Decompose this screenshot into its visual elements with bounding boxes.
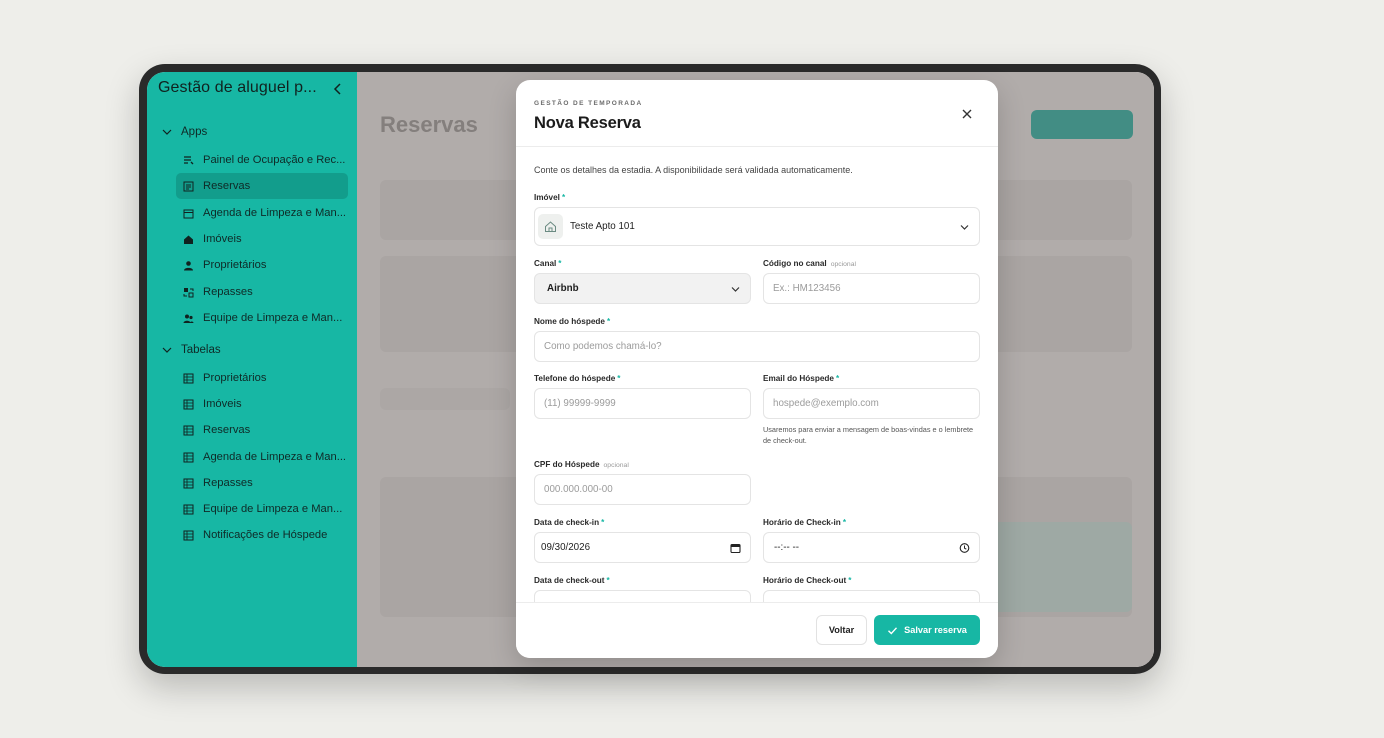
calendar-icon: [183, 209, 194, 218]
sidebar: Gestão de aluguel p... Apps Painel de Oc…: [147, 72, 357, 667]
home-icon: [184, 235, 193, 244]
home-icon: [538, 214, 563, 239]
codigo-label: Código no canal opcional: [763, 259, 857, 268]
sidebar-item-label: Repasses: [203, 286, 253, 298]
table-icon: [183, 399, 194, 409]
sidebar-table-repasses[interactable]: Repasses: [176, 470, 348, 496]
sidebar-item-label: Equipe de Limpeza e Man...: [203, 503, 343, 515]
team-icon: [183, 314, 194, 323]
dashboard-icon: [184, 155, 194, 164]
checkout-date-label: Data de check-out *: [534, 576, 610, 585]
sidebar-item-label: Proprietários: [203, 372, 267, 384]
sidebar-item-equipe[interactable]: Equipe de Limpeza e Man...: [176, 305, 348, 331]
table-icon: [183, 478, 194, 488]
sidebar-table-equipe[interactable]: Equipe de Limpeza e Man...: [176, 496, 348, 522]
canal-select[interactable]: Airbnb: [534, 273, 751, 304]
transfer-icon: [183, 287, 194, 297]
sidebar-table-imoveis[interactable]: Imóveis: [176, 391, 348, 417]
sidebar-item-label: Imóveis: [203, 398, 242, 410]
checkin-date-input[interactable]: 09/30/2026: [534, 532, 751, 563]
table-icon: [183, 452, 194, 462]
imovel-select[interactable]: Teste Apto 101: [534, 207, 980, 246]
telefone-input[interactable]: (11) 99999-9999: [534, 388, 751, 419]
checkin-time-input[interactable]: --:-- --: [763, 532, 980, 563]
modal-title: Nova Reserva: [534, 114, 641, 132]
table-icon: [183, 504, 194, 514]
nome-input[interactable]: Como podemos chamá-lo?: [534, 331, 980, 362]
email-hint: Usaremos para enviar a mensagem de boas-…: [763, 425, 974, 445]
sidebar-table-proprietarios[interactable]: Proprietários: [176, 365, 348, 391]
chevron-down-icon: [162, 347, 172, 353]
sidebar-item-label: Imóveis: [203, 233, 242, 245]
chevron-left-icon[interactable]: [331, 81, 345, 97]
cpf-input[interactable]: 000.000.000-00: [534, 474, 751, 505]
sidebar-table-reservas[interactable]: Reservas: [176, 417, 348, 443]
chevron-down-icon: [162, 129, 172, 135]
imovel-value: Teste Apto 101: [570, 221, 635, 232]
sidebar-item-reservas[interactable]: Reservas: [176, 173, 348, 199]
checkin-date-label: Data de check-in *: [534, 518, 605, 527]
sidebar-item-label: Notificações de Hóspede: [203, 529, 328, 541]
section-tabelas-label: Tabelas: [181, 344, 221, 356]
sidebar-item-label: Equipe de Limpeza e Man...: [203, 312, 343, 324]
save-reservation-button[interactable]: Salvar reserva: [874, 615, 980, 645]
email-label: Email do Hóspede *: [763, 374, 840, 383]
sidebar-item-agenda[interactable]: Agenda de Limpeza e Man...: [176, 200, 348, 226]
app-title: Gestão de aluguel p...: [158, 79, 317, 96]
sidebar-item-label: Repasses: [203, 477, 253, 489]
cpf-label: CPF do Hóspede opcional: [534, 460, 629, 469]
sidebar-item-painel[interactable]: Painel de Ocupação e Rec...: [176, 147, 348, 173]
imovel-label: Imóvel *: [534, 193, 566, 202]
chevron-down-icon: [731, 286, 740, 292]
person-icon: [184, 260, 193, 270]
checkin-date-value: 09/30/2026: [541, 542, 591, 553]
calendar-icon: [730, 543, 741, 553]
sidebar-table-agenda[interactable]: Agenda de Limpeza e Man...: [176, 444, 348, 470]
close-icon[interactable]: [960, 107, 974, 121]
clock-icon: [959, 542, 970, 553]
table-icon: [183, 425, 194, 435]
save-reservation-label: Salvar reserva: [904, 625, 967, 635]
section-tabelas[interactable]: Tabelas: [162, 342, 221, 358]
section-apps[interactable]: Apps: [162, 124, 207, 140]
sidebar-table-notificacoes[interactable]: Notificações de Hóspede: [176, 522, 348, 548]
nome-label: Nome do hóspede *: [534, 317, 611, 326]
list-icon: [183, 181, 194, 191]
sidebar-item-label: Reservas: [203, 424, 251, 436]
sidebar-item-label: Reservas: [203, 180, 251, 192]
modal-description: Conte os detalhes da estadia. A disponib…: [534, 165, 853, 175]
table-icon: [183, 373, 194, 383]
codigo-input[interactable]: Ex.: HM123456: [763, 273, 980, 304]
sidebar-item-label: Agenda de Limpeza e Man...: [203, 207, 347, 219]
check-icon: [888, 626, 898, 635]
canal-value: Airbnb: [547, 283, 579, 294]
email-input[interactable]: hospede@exemplo.com: [763, 388, 980, 419]
sidebar-item-repasses[interactable]: Repasses: [176, 279, 348, 305]
modal-eyebrow: GESTÃO DE TEMPORADA: [534, 100, 643, 107]
table-icon: [183, 530, 194, 540]
canal-label: Canal *: [534, 259, 562, 268]
checkin-time-label: Horário de Check-in *: [763, 518, 846, 527]
sidebar-item-proprietarios[interactable]: Proprietários: [176, 252, 348, 278]
back-button[interactable]: Voltar: [816, 615, 867, 645]
chevron-down-icon: [960, 224, 969, 230]
new-reservation-modal: GESTÃO DE TEMPORADA Nova Reserva Conte o…: [516, 80, 998, 658]
checkin-time-value: --:-- --: [774, 542, 800, 553]
sidebar-item-label: Proprietários: [203, 259, 267, 271]
telefone-label: Telefone do hóspede *: [534, 374, 621, 383]
checkout-time-label: Horário de Check-out *: [763, 576, 852, 585]
section-apps-label: Apps: [181, 126, 208, 138]
sidebar-item-imoveis[interactable]: Imóveis: [176, 226, 348, 252]
modal-divider: [516, 146, 998, 147]
sidebar-item-label: Painel de Ocupação e Rec...: [203, 154, 346, 166]
sidebar-item-label: Agenda de Limpeza e Man...: [203, 451, 347, 463]
